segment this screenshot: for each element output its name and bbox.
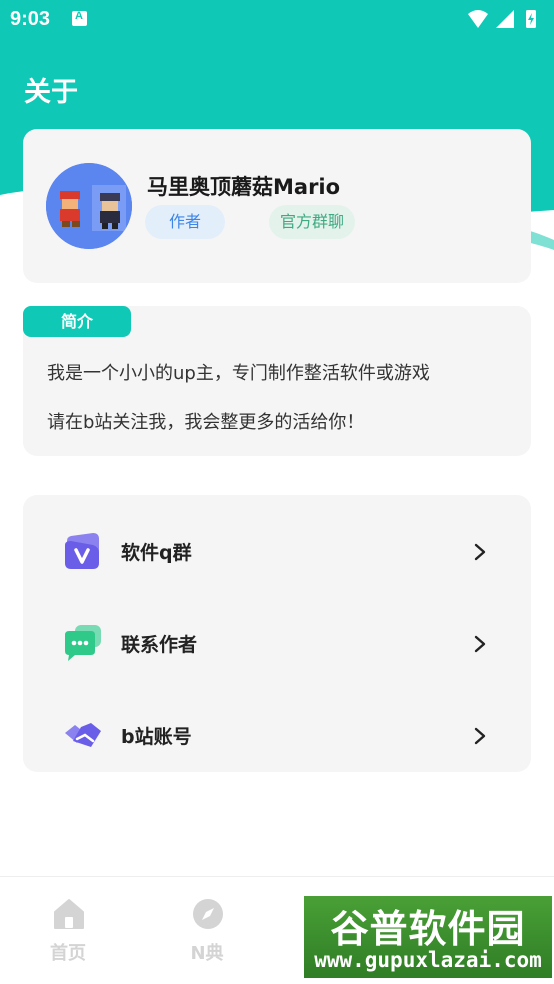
chevron-right-icon — [474, 727, 486, 745]
intro-text-line: 请在b站关注我，我会整更多的活给你！ — [47, 412, 365, 433]
chat-bubble-icon — [65, 625, 101, 661]
intro-badge: 简介 — [23, 306, 131, 337]
nav-item-home[interactable]: 首页 — [28, 897, 108, 967]
signal-icon — [496, 10, 514, 28]
nav-label: N典 — [190, 943, 224, 964]
nav-label: 首页 — [50, 943, 86, 964]
watermark-url: www.gupuxlazai.com — [314, 948, 542, 972]
notification-app-icon: A — [72, 10, 87, 26]
mario-avatar-icon — [46, 163, 132, 249]
compass-icon — [193, 899, 223, 929]
menu-item-bilibili-account[interactable]: b站账号 — [23, 679, 531, 771]
nav-item-dictionary[interactable]: N典 — [167, 897, 247, 967]
watermark-overlay: 谷普软件园 www.gupuxlazai.com — [304, 896, 552, 978]
wifi-icon — [468, 10, 488, 28]
menu-item-label: 软件q群 — [121, 542, 192, 564]
menu-item-label: 联系作者 — [121, 634, 198, 656]
intro-text-line: 我是一个小小的up主，专门制作整活软件或游戏 — [47, 363, 430, 384]
avatar[interactable] — [46, 163, 132, 249]
chevron-right-icon — [474, 635, 486, 653]
profile-name: 马里奥顶蘑菇Mario — [147, 175, 341, 199]
author-tag: 作者 — [145, 205, 225, 239]
menu-item-software-qq-group[interactable]: 软件q群 — [23, 495, 531, 587]
status-icons — [468, 10, 536, 28]
menu-item-contact-author[interactable]: 联系作者 — [23, 587, 531, 679]
v-badge-icon — [65, 533, 99, 569]
notification-app-letter: A — [75, 10, 83, 22]
status-bar: 9:03 A — [0, 0, 554, 40]
home-icon — [54, 899, 84, 929]
handshake-icon — [65, 723, 101, 747]
profile-card: 马里奥顶蘑菇Mario 作者 官方群聊 — [23, 129, 531, 283]
status-time: 9:03 — [10, 8, 51, 30]
chevron-right-icon — [474, 543, 486, 561]
menu-item-label: b站账号 — [121, 726, 192, 748]
menu-card: 软件q群 联系作者 b站账号 — [23, 495, 531, 772]
watermark-title: 谷普软件园 — [330, 907, 526, 951]
official-group-tag[interactable]: 官方群聊 — [269, 205, 355, 239]
page-title: 关于 — [24, 77, 78, 108]
intro-card: 简介 我是一个小小的up主，专门制作整活软件或游戏 请在b站关注我，我会整更多的… — [23, 306, 531, 456]
